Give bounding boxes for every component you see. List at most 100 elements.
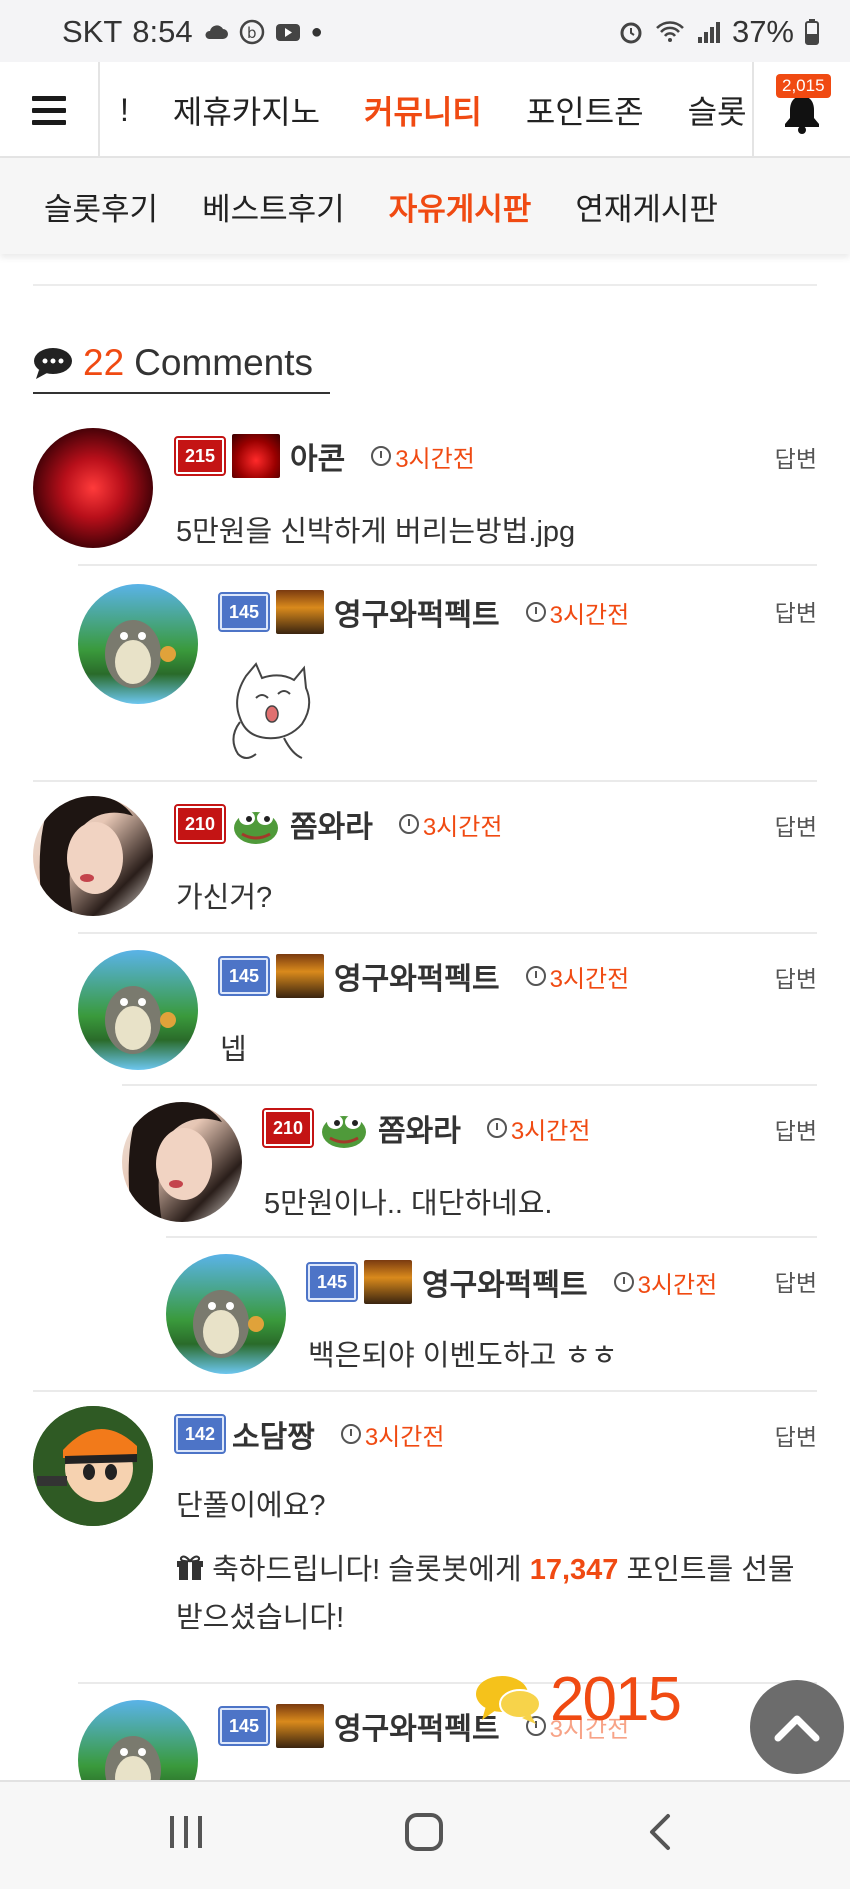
clock-label: 8:54 (132, 14, 193, 49)
youtube-icon (275, 24, 300, 41)
comment-meta: 145 영구와퍽펙트 3시간전 (218, 954, 630, 998)
dot-icon: ● (310, 20, 323, 43)
reply-button[interactable]: 답변 (775, 808, 817, 842)
reply-button[interactable]: 답변 (775, 594, 817, 628)
gift-icon (177, 1555, 203, 1580)
comment-meta: 142 소담짱 3시간전 (174, 1412, 445, 1456)
hamburger-line (32, 107, 66, 113)
portrait-icon (39, 796, 133, 916)
pepe-frog-icon (234, 811, 278, 844)
tab-serial-board[interactable]: 연재게시판 (575, 184, 718, 229)
comment-time: 3시간전 (637, 1271, 718, 1299)
divider (33, 1390, 817, 1392)
signal-icon (697, 22, 720, 43)
level-badge: 215 (174, 436, 226, 476)
home-icon[interactable] (404, 1812, 444, 1852)
comment-count: 22 (83, 342, 125, 383)
username[interactable]: 영구와퍽펙트 (334, 590, 500, 634)
comment-text: 넵 (220, 1034, 247, 1066)
divider (122, 1084, 817, 1086)
username[interactable]: 쫌와라 (290, 802, 373, 846)
battery-icon (805, 19, 819, 45)
username[interactable]: 영구와퍽펙트 (334, 954, 500, 998)
avatar[interactable] (78, 950, 198, 1070)
avatar[interactable] (78, 584, 198, 704)
gift-notice: 축하드립니다! 슬롯봇에게 17,347 포인트를 선물 받으셨습니다! (176, 1546, 816, 1642)
floating-count: 2015 (550, 1665, 682, 1734)
username[interactable]: 소담짱 (232, 1412, 315, 1456)
reply-button[interactable]: 답변 (775, 1264, 817, 1298)
avatar[interactable] (33, 428, 153, 548)
user-emblem-icon (364, 1260, 412, 1304)
level-badge: 210 (174, 804, 226, 844)
reply-button[interactable]: 답변 (775, 1112, 817, 1146)
avatar[interactable] (33, 796, 153, 916)
comment-time: 3시간전 (422, 813, 503, 841)
level-badge: 145 (306, 1262, 358, 1302)
recent-apps-icon[interactable] (168, 1812, 204, 1852)
username[interactable]: 아콘 (290, 434, 345, 478)
level-badge: 142 (174, 1414, 226, 1454)
tab-free-board[interactable]: 자유게시판 (389, 184, 532, 229)
cat-sticker-image (232, 662, 311, 759)
comment-time: 3시간전 (549, 601, 630, 629)
avatar[interactable] (33, 1406, 153, 1526)
sub-nav: 슬롯후기 베스트후기 자유게시판 연재게시판 (0, 158, 850, 254)
tab-slot-review[interactable]: 슬롯후기 (44, 184, 158, 229)
comment-time: 3시간전 (549, 965, 630, 993)
divider (33, 284, 817, 286)
alarm-icon (620, 22, 642, 44)
level-badge: 145 (218, 592, 270, 632)
pepe-frog-icon (322, 1115, 366, 1148)
carrier-label: SKT (62, 14, 123, 49)
chat-icon (34, 348, 72, 379)
top-nav: ! 제휴카지노 커뮤니티 포인트존 슬롯 2,015 (0, 62, 850, 158)
username[interactable]: 쫌와라 (378, 1106, 461, 1150)
system-nav-bar (0, 1780, 850, 1889)
comment-meta: 210 쫌와라 3시간전 (174, 802, 503, 846)
clock-icon (525, 966, 546, 986)
nav-item-exclaim[interactable]: ! (120, 92, 129, 129)
hamburger-line (32, 95, 66, 101)
floating-chat-counter[interactable]: 2015 (472, 1664, 682, 1735)
user-emblem-icon (276, 954, 324, 998)
comment-text: 가신거? (176, 882, 273, 914)
level-badge: 145 (218, 956, 270, 996)
status-bar: SKT 8:54 b ● 37% (0, 0, 850, 62)
nav-item-point-zone[interactable]: 포인트존 (526, 87, 644, 133)
avatar[interactable] (166, 1254, 286, 1374)
totoro-icon (105, 986, 176, 1054)
clock-icon (340, 1424, 361, 1444)
comment-text: 5만원이나.. 대단하네요. (264, 1188, 553, 1220)
scroll-top-button[interactable] (750, 1680, 844, 1774)
hamburger-line (32, 119, 66, 125)
divider (166, 1236, 817, 1238)
b-app-icon: b (239, 19, 264, 45)
clock-icon (613, 1272, 634, 1292)
comment-time: 3시간전 (364, 1423, 445, 1451)
status-left: SKT 8:54 b ● (62, 14, 323, 50)
gift-points: 17,347 (529, 1554, 619, 1586)
nav-item-partner-casino[interactable]: 제휴카지노 (173, 87, 320, 133)
svg-text:b: b (247, 24, 257, 42)
menu-button[interactable] (0, 62, 100, 158)
comment-meta: 145 영구와퍽펙트 3시간전 (218, 590, 630, 634)
back-icon[interactable] (646, 1812, 674, 1852)
chevron-up-icon (774, 1715, 820, 1742)
top-nav-items: ! 제휴카지노 커뮤니티 포인트존 슬롯 (100, 62, 752, 158)
nav-item-slot[interactable]: 슬롯 (688, 87, 747, 133)
user-emblem-icon (276, 590, 324, 634)
user-emblem-icon (232, 434, 280, 478)
nav-item-community[interactable]: 커뮤니티 (364, 87, 482, 133)
clock-icon (525, 602, 546, 622)
comment-text: 백은되야 이벤도하고 ㅎㅎ (308, 1340, 618, 1372)
notification-button[interactable]: 2,015 (752, 62, 850, 158)
reply-button[interactable]: 답변 (775, 960, 817, 994)
cartoon-character-icon (33, 1406, 153, 1526)
tab-best-review[interactable]: 베스트후기 (202, 184, 345, 229)
totoro-icon (193, 1290, 264, 1358)
avatar[interactable] (122, 1102, 242, 1222)
reply-button[interactable]: 답변 (775, 1418, 817, 1452)
username[interactable]: 영구와퍽펙트 (422, 1260, 588, 1304)
reply-button[interactable]: 답변 (775, 440, 817, 474)
